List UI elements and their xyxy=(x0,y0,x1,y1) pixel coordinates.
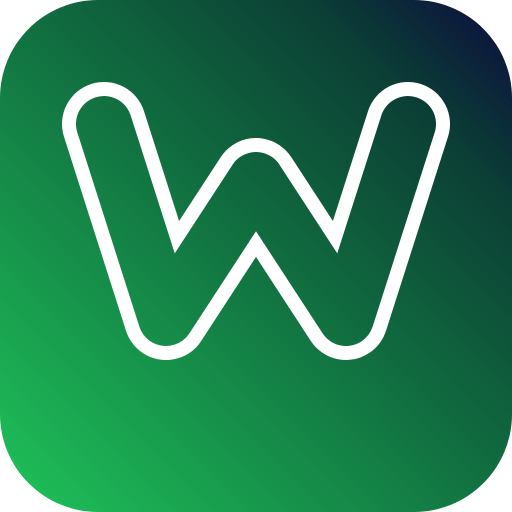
app-icon-canvas xyxy=(0,0,512,512)
app-icon[interactable] xyxy=(0,0,512,512)
